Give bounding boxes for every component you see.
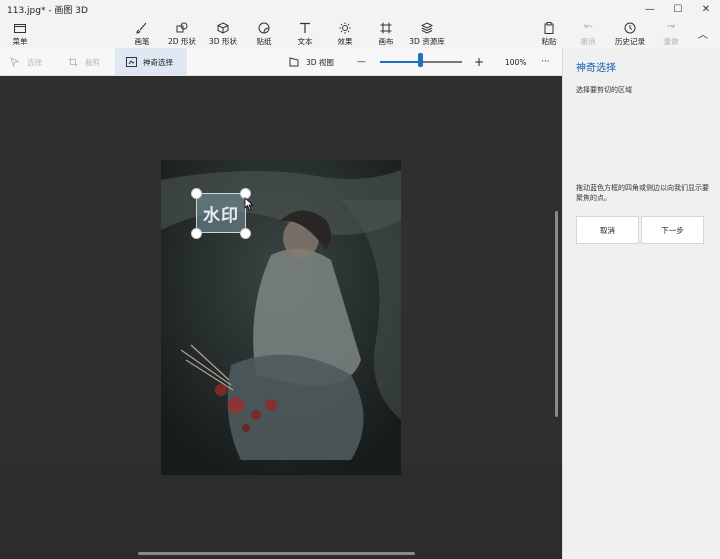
undo-button[interactable]: 撤消 <box>566 21 610 47</box>
undo-label: 撤消 <box>580 37 596 46</box>
clipboard-icon <box>542 21 556 35</box>
canvas-label: 画布 <box>378 37 394 46</box>
selection-handle-bottom-right[interactable] <box>240 228 251 239</box>
shapes2d-icon <box>175 21 189 35</box>
chevron-up-icon: ︿ <box>698 30 708 41</box>
redo-icon <box>664 21 678 35</box>
menu-label: 菜单 <box>12 37 28 46</box>
minimize-button[interactable]: — <box>636 0 664 18</box>
window-title: 113.jpg* - 画图 3D <box>7 5 88 16</box>
panel-description: 选择要剪切的区域 <box>576 86 632 94</box>
maximize-button[interactable]: ☐ <box>664 0 692 18</box>
library-icon <box>420 21 434 35</box>
panel-hint: 拖动蓝色方框的四角或侧边以向我们显示要聚焦的点。 <box>576 184 709 202</box>
history-button[interactable]: 历史记录 <box>608 21 652 47</box>
collapse-toolbar-button[interactable]: ︿ <box>686 25 720 41</box>
crop-label: 裁剪 <box>85 57 100 67</box>
main-toolbar: 菜单 画笔 2D 形状 3D 形状 贴纸 文本 效果 画布 3D 资源库 粘贴 … <box>0 18 720 48</box>
shapes3d-label: 3D 形状 <box>209 37 237 46</box>
cursor-icon <box>9 56 21 68</box>
stickers-label: 贴纸 <box>256 37 272 46</box>
mouse-cursor-icon <box>244 197 254 211</box>
view3d-icon <box>288 56 300 68</box>
canvas-icon <box>379 21 393 35</box>
selection-handle-bottom-left[interactable] <box>191 228 202 239</box>
paste-button[interactable]: 粘贴 <box>527 21 571 47</box>
shapes2d-label: 2D 形状 <box>168 37 196 46</box>
brush-label: 画笔 <box>134 37 150 46</box>
text-label: 文本 <box>297 37 313 46</box>
title-bar: 113.jpg* - 画图 3D — ☐ ✕ <box>0 0 720 18</box>
shapes2d-tool[interactable]: 2D 形状 <box>160 21 204 47</box>
view3d-button[interactable]: 3D 视图 <box>288 48 334 76</box>
redo-label: 重做 <box>663 37 679 46</box>
library3d-tool[interactable]: 3D 资源库 <box>405 21 449 47</box>
next-button[interactable]: 下一步 <box>641 216 704 244</box>
stickers-tool[interactable]: 贴纸 <box>242 21 286 47</box>
view3d-label: 3D 视图 <box>306 57 334 67</box>
sticker-icon <box>257 21 271 35</box>
undo-icon <box>581 21 595 35</box>
canvas-floor <box>0 463 562 559</box>
effects-label: 效果 <box>337 37 353 46</box>
zoom-out-button[interactable]: — <box>357 48 366 76</box>
crop-button[interactable]: 裁剪 <box>67 48 100 76</box>
folder-icon <box>13 21 27 35</box>
library3d-label: 3D 资源库 <box>409 37 445 46</box>
zoom-slider-fill <box>380 61 421 63</box>
brush-icon <box>135 21 149 35</box>
sub-toolbar: 选择 裁剪 神奇选择 3D 视图 — + 100% ··· <box>0 48 562 76</box>
paste-label: 粘贴 <box>541 37 557 46</box>
select-button[interactable]: 选择 <box>9 48 42 76</box>
effects-tool[interactable]: 效果 <box>323 21 367 47</box>
more-options-button[interactable]: ··· <box>541 48 550 76</box>
menu-button[interactable]: 菜单 <box>0 21 42 47</box>
select-label: 选择 <box>27 57 42 67</box>
canvas-tool[interactable]: 画布 <box>364 21 408 47</box>
text-icon <box>298 21 312 35</box>
zoom-value: 100% <box>505 57 527 67</box>
vertical-scrollbar[interactable] <box>555 211 558 417</box>
magic-select-panel: 神奇选择 选择要剪切的区域 拖动蓝色方框的四角或侧边以向我们显示要聚焦的点。 取… <box>562 48 720 559</box>
horizontal-scrollbar[interactable] <box>138 552 415 555</box>
magic-select-label: 神奇选择 <box>143 57 173 67</box>
history-label: 历史记录 <box>615 37 645 46</box>
zoom-slider-thumb[interactable] <box>417 53 423 67</box>
panel-title: 神奇选择 <box>576 63 616 74</box>
zoom-in-button[interactable]: + <box>474 48 484 76</box>
cube-icon <box>216 21 230 35</box>
close-button[interactable]: ✕ <box>692 0 720 18</box>
crop-icon <box>67 56 79 68</box>
magic-select-button[interactable]: 神奇选择 <box>115 48 187 76</box>
brush-tool[interactable]: 画笔 <box>120 21 164 47</box>
selection-box[interactable]: 水印 <box>196 193 246 233</box>
canvas-area[interactable]: 水印 <box>0 76 562 559</box>
sun-icon <box>338 21 352 35</box>
magic-select-icon <box>125 56 137 68</box>
history-icon <box>623 21 637 35</box>
shapes3d-tool[interactable]: 3D 形状 <box>201 21 245 47</box>
watermark-text: 水印 <box>203 205 239 226</box>
cancel-button[interactable]: 取消 <box>576 216 639 244</box>
selection-handle-top-left[interactable] <box>191 188 202 199</box>
text-tool[interactable]: 文本 <box>283 21 327 47</box>
